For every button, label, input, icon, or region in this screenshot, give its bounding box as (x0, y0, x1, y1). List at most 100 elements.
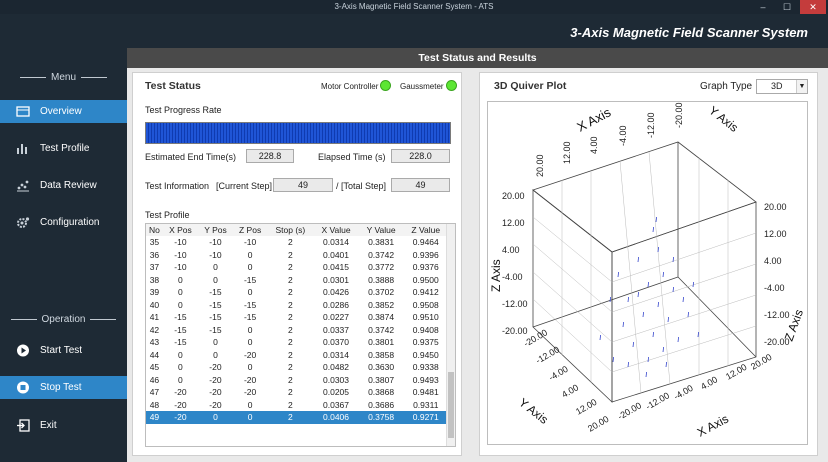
table-cell: -20 (209, 374, 222, 385)
motor-controller-indicator (380, 80, 391, 91)
axis-tick-label: 12.00 (724, 362, 749, 382)
table-cell: 0 (213, 274, 218, 285)
table-row[interactable]: 41 -15 -15 -15 2 0.0227 0.3874 0.9510 (146, 311, 448, 324)
minimize-button[interactable]: – (752, 0, 774, 14)
table-cell: 44 (149, 349, 160, 360)
axis-tick-label: -4.00 (547, 364, 570, 383)
quiver-arrow (652, 331, 654, 338)
axis-tick-label: -12.00 (646, 112, 656, 138)
table-cell: 0.9510 (412, 312, 439, 323)
table-cell: -20 (209, 362, 222, 373)
sidebar-item-overview[interactable]: Overview (0, 100, 127, 123)
table-cell: 2 (288, 349, 293, 360)
axis-tick-label: 20.00 (502, 191, 525, 201)
table-header-cell[interactable]: Z Value (403, 224, 448, 236)
quiver-arrow (637, 256, 639, 263)
table-row[interactable]: 43 -15 0 0 2 0.0370 0.3801 0.9375 (146, 336, 448, 349)
table-row[interactable]: 44 0 0 -20 2 0.0314 0.3858 0.9450 (146, 349, 448, 362)
table-header-cell[interactable]: No (146, 224, 163, 236)
maximize-button[interactable]: ☐ (776, 0, 798, 14)
table-row[interactable]: 38 0 0 -15 2 0.0301 0.3888 0.9500 (146, 274, 448, 287)
table-cell: -10 (174, 249, 187, 260)
table-cell: 0.9493 (412, 374, 439, 385)
grid-lines (532, 151, 757, 394)
table-header-cell[interactable]: X Pos (162, 224, 198, 236)
quiver-arrow (677, 336, 679, 343)
quiver-arrow (657, 246, 659, 253)
start-test-button[interactable]: Start Test (0, 339, 127, 362)
table-header-cell[interactable]: Y Pos (198, 224, 233, 236)
table-cell: -10 (174, 237, 187, 248)
exit-icon (17, 419, 30, 432)
table-cell: 2 (267, 411, 314, 424)
table-cell: 2 (288, 324, 293, 335)
table-scrollbar[interactable] (446, 224, 455, 446)
quiver-arrow (652, 226, 654, 233)
table-row[interactable]: 35 -10 -10 -10 2 0.0314 0.3831 0.9464 (146, 236, 448, 249)
table-cell: 41 (149, 312, 160, 323)
table-row[interactable]: 36 -10 -10 0 2 0.0401 0.3742 0.9396 (146, 249, 448, 262)
table-row[interactable]: 46 0 -20 -20 2 0.0303 0.3807 0.9493 (146, 374, 448, 387)
table-cell: 0.3888 (368, 274, 395, 285)
test-profile-label: Test Profile (145, 210, 190, 220)
table-row[interactable]: 47 -20 -20 -20 2 0.0205 0.3868 0.9481 (146, 386, 448, 399)
table-cell: 0.3702 (368, 287, 395, 298)
table-cell: -20 (243, 349, 257, 360)
sidebar-item-test-profile[interactable]: Test Profile (0, 137, 127, 160)
table-cell: 0.0205 (323, 387, 350, 398)
menu-heading: Menu (0, 72, 127, 83)
axis-tick-label: -20.00 (764, 337, 790, 347)
table-row[interactable]: 45 0 -20 0 2 0.0482 0.3630 0.9338 (146, 361, 448, 374)
main-content: Test Status and Results Test Status Moto… (127, 48, 828, 462)
table-cell: 0.0286 (323, 299, 350, 310)
table-header-cell[interactable]: Z Pos (232, 224, 268, 236)
close-button[interactable]: ✕ (800, 0, 826, 14)
table-cell: 2 (288, 387, 293, 398)
test-profile-table[interactable]: No X Pos Y Pos Z Pos Stop (s) X Value Y Value Z… (145, 223, 456, 447)
sidebar-item-data-review[interactable]: Data Review (0, 174, 127, 197)
table-cell: 0.3801 (368, 337, 395, 348)
axis-tick-label: 12.00 (764, 229, 787, 239)
graph-type-select[interactable]: 3D ▼ (756, 79, 808, 94)
gaussmeter-indicator (446, 80, 457, 91)
quiver-arrow (599, 334, 601, 341)
chevron-down-icon[interactable]: ▼ (796, 80, 807, 93)
y-axis-title-bottom: Y Axis (516, 395, 551, 426)
table-header-cell[interactable]: Stop (s) (267, 224, 314, 236)
table-cell: 0.9500 (412, 274, 439, 285)
quiver-arrow (645, 371, 647, 378)
quiver-arrow (657, 301, 659, 308)
table-header-cell[interactable]: Y Value (358, 224, 404, 236)
table-header-cell[interactable]: X Value (313, 224, 359, 236)
stop-test-button[interactable]: Stop Test (0, 376, 127, 399)
axis-tick-label: -4.00 (672, 383, 695, 402)
table-row[interactable]: 48 -20 -20 0 2 0.0367 0.3686 0.9311 (146, 399, 448, 412)
scrollbar-thumb[interactable] (448, 372, 454, 438)
table-row[interactable]: 40 0 -15 -15 2 0.0286 0.3852 0.9508 (146, 299, 448, 312)
table-row[interactable]: 49 -20 0 0 2 0.0406 0.3758 0.9271 (146, 411, 448, 424)
table-cell: -15 (243, 299, 257, 310)
table-row[interactable]: 39 0 -15 0 2 0.0426 0.3702 0.9412 (146, 286, 448, 299)
table-cell: -10 (209, 249, 222, 260)
table-row[interactable]: 37 -10 0 0 2 0.0415 0.3772 0.9376 (146, 261, 448, 274)
y-axis-title-top: Y Axis (706, 103, 741, 134)
axis-tick-label: -4.00 (618, 125, 628, 146)
exit-button[interactable]: Exit (0, 414, 127, 437)
quiver-arrow (609, 296, 611, 303)
quiver-arrow (697, 331, 699, 338)
table-cell: 47 (149, 387, 160, 398)
table-cell: 0 (247, 249, 253, 260)
quiver-plot-area[interactable]: X Axis Y Axis Z Axis Z Axis Y Axis X Axi… (487, 101, 808, 445)
table-cell: 0 (247, 262, 253, 273)
stop-icon (17, 381, 29, 394)
table-cell: -20 (209, 399, 222, 410)
motor-controller-label: Motor Controller (321, 82, 379, 91)
table-row[interactable]: 42 -15 -15 0 2 0.0337 0.3742 0.9408 (146, 324, 448, 337)
z-axis-title-left: Z Axis (489, 259, 503, 292)
window-title: 3-Axis Magnetic Field Scanner System - A… (334, 2, 494, 11)
sidebar-item-configuration[interactable]: Configuration (0, 211, 127, 234)
table-cell: -15 (174, 337, 187, 348)
table-cell: -15 (243, 274, 257, 285)
table-cell: 39 (149, 287, 160, 298)
table-cell: 0 (213, 337, 218, 348)
